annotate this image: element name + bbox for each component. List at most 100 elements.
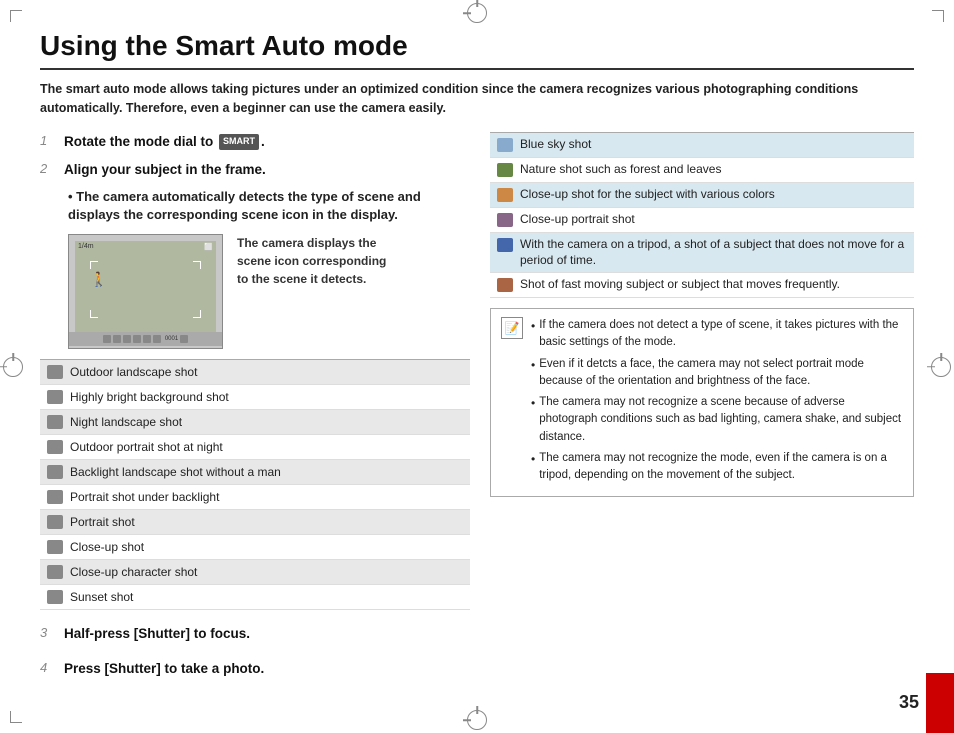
screen-corner-tr xyxy=(193,261,201,269)
right-scene-label-4: With the camera on a tripod, a shot of a… xyxy=(520,236,910,270)
left-scene-label-4: Backlight landscape shot without a man xyxy=(70,465,281,479)
screen-inner: 1/4m ⬜ 🚶 xyxy=(75,241,216,338)
left-scene-label-2: Night landscape shot xyxy=(70,415,182,429)
left-scene-row-7: Close-up shot xyxy=(40,535,470,560)
right-scene-row-5: Shot of fast moving subject or subject t… xyxy=(490,273,914,298)
two-column-layout: 1 Rotate the mode dial to SMART. 2 Align… xyxy=(40,132,914,687)
left-scene-icon-3 xyxy=(44,438,66,456)
left-scene-row-4: Backlight landscape shot without a man xyxy=(40,460,470,485)
note-text-0: If the camera does not detect a type of … xyxy=(539,317,903,352)
steps-bottom: 3 Half-press [Shutter] to focus. 4 Press… xyxy=(40,624,470,687)
step-2: 2 Align your subject in the frame. xyxy=(40,160,470,180)
note-item-0: •If the camera does not detect a type of… xyxy=(531,317,903,352)
left-scene-row-5: Portrait shot under backlight xyxy=(40,485,470,510)
note-item-2: •The camera may not recognize a scene be… xyxy=(531,394,903,446)
toolbar-icon-2 xyxy=(113,335,121,343)
scene-table-right: Blue sky shot Nature shot such as forest … xyxy=(490,132,914,299)
page-number-bar xyxy=(926,673,954,733)
step-4: 4 Press [Shutter] to take a photo. xyxy=(40,659,470,679)
step-3-number: 3 xyxy=(40,625,56,640)
left-column: 1 Rotate the mode dial to SMART. 2 Align… xyxy=(40,132,470,687)
right-scene-row-3: Close-up portrait shot xyxy=(490,208,914,233)
right-scene-icon-0 xyxy=(494,136,516,154)
camera-caption: The camera displays the scene icon corre… xyxy=(237,234,397,288)
right-column: Blue sky shot Nature shot such as forest … xyxy=(490,132,914,687)
screen-corner-br xyxy=(193,310,201,318)
note-item-3: •The camera may not recognize the mode, … xyxy=(531,450,903,485)
right-scene-icon-3 xyxy=(494,211,516,229)
right-scene-icon-5 xyxy=(494,276,516,294)
notes-box: 📝 •If the camera does not detect a type … xyxy=(490,308,914,497)
page-title: Using the Smart Auto mode xyxy=(40,30,914,70)
step-4-number: 4 xyxy=(40,660,56,675)
right-scene-row-4: With the camera on a tripod, a shot of a… xyxy=(490,233,914,274)
note-icon-box: 📝 xyxy=(501,317,523,339)
toolbar-icon-3 xyxy=(123,335,131,343)
screen-bottom-toolbar: 0001 xyxy=(69,332,222,346)
toolbar-icon-7 xyxy=(180,335,188,343)
scene-table-left: Outdoor landscape shot Highly bright back… xyxy=(40,359,470,610)
note-text-3: The camera may not recognize the mode, e… xyxy=(539,450,903,485)
screen-top-bar: 1/4m ⬜ xyxy=(75,241,216,253)
toolbar-icon-5 xyxy=(143,335,151,343)
right-scene-label-3: Close-up portrait shot xyxy=(520,211,635,228)
page: Using the Smart Auto mode The smart auto… xyxy=(0,0,954,733)
step-3: 3 Half-press [Shutter] to focus. xyxy=(40,624,470,644)
screen-corner-bl xyxy=(90,310,98,318)
note-bullet-2: • xyxy=(531,394,535,446)
right-scene-row-0: Blue sky shot xyxy=(490,133,914,158)
right-scene-label-1: Nature shot such as forest and leaves xyxy=(520,161,721,178)
right-scene-icon-2 xyxy=(494,186,516,204)
left-scene-row-9: Sunset shot xyxy=(40,585,470,610)
bullet-item-1: • The camera automatically detects the t… xyxy=(68,188,470,224)
right-scene-row-2: Close-up shot for the subject with vario… xyxy=(490,183,914,208)
left-scene-icon-1 xyxy=(44,388,66,406)
left-scene-row-2: Night landscape shot xyxy=(40,410,470,435)
note-text-1: Even if it detcts a face, the camera may… xyxy=(539,356,903,391)
note-text-2: The camera may not recognize a scene bec… xyxy=(539,394,903,446)
right-scene-label-0: Blue sky shot xyxy=(520,136,591,153)
left-scene-label-8: Close-up character shot xyxy=(70,565,197,579)
left-scene-row-1: Highly bright background shot xyxy=(40,385,470,410)
toolbar-icon-4 xyxy=(133,335,141,343)
left-scene-icon-4 xyxy=(44,463,66,481)
left-scene-row-8: Close-up character shot xyxy=(40,560,470,585)
left-scene-label-1: Highly bright background shot xyxy=(70,390,229,404)
left-scene-icon-7 xyxy=(44,538,66,556)
right-scene-label-2: Close-up shot for the subject with vario… xyxy=(520,186,775,203)
step-4-text: Press [Shutter] to take a photo. xyxy=(64,659,264,679)
toolbar-timer: 0001 xyxy=(165,336,178,342)
step-3-text: Half-press [Shutter] to focus. xyxy=(64,624,250,644)
step-1-number: 1 xyxy=(40,133,56,148)
step-1: 1 Rotate the mode dial to SMART. xyxy=(40,132,470,152)
left-scene-label-5: Portrait shot under backlight xyxy=(70,490,219,504)
screen-top-right: ⬜ xyxy=(204,243,213,251)
camera-display-area: 1/4m ⬜ 🚶 xyxy=(68,234,470,349)
left-scene-icon-6 xyxy=(44,513,66,531)
camera-screen: 1/4m ⬜ 🚶 xyxy=(68,234,223,349)
left-scene-label-0: Outdoor landscape shot xyxy=(70,365,197,379)
right-scene-icon-1 xyxy=(494,161,516,179)
left-scene-label-9: Sunset shot xyxy=(70,590,133,604)
left-scene-icon-8 xyxy=(44,563,66,581)
left-scene-row-3: Outdoor portrait shot at night xyxy=(40,435,470,460)
notes-content: •If the camera does not detect a type of… xyxy=(531,317,903,488)
person-icon: 🚶 xyxy=(90,271,107,288)
smart-icon: SMART xyxy=(219,134,259,150)
right-scene-label-5: Shot of fast moving subject or subject t… xyxy=(520,276,840,293)
step-2-text: Align your subject in the frame. xyxy=(64,160,266,180)
left-scene-icon-0 xyxy=(44,363,66,381)
left-scene-label-3: Outdoor portrait shot at night xyxy=(70,440,223,454)
left-scene-row-6: Portrait shot xyxy=(40,510,470,535)
left-scene-label-7: Close-up shot xyxy=(70,540,144,554)
intro-text: The smart auto mode allows taking pictur… xyxy=(40,80,914,118)
step-1-text: Rotate the mode dial to SMART. xyxy=(64,132,265,152)
note-bullet-0: • xyxy=(531,317,535,352)
note-bullet-1: • xyxy=(531,356,535,391)
left-scene-icon-9 xyxy=(44,588,66,606)
step-2-number: 2 xyxy=(40,161,56,176)
right-scene-icon-4 xyxy=(494,236,516,254)
note-item-1: •Even if it detcts a face, the camera ma… xyxy=(531,356,903,391)
note-bullet-3: • xyxy=(531,450,535,485)
left-scene-row-0: Outdoor landscape shot xyxy=(40,360,470,385)
